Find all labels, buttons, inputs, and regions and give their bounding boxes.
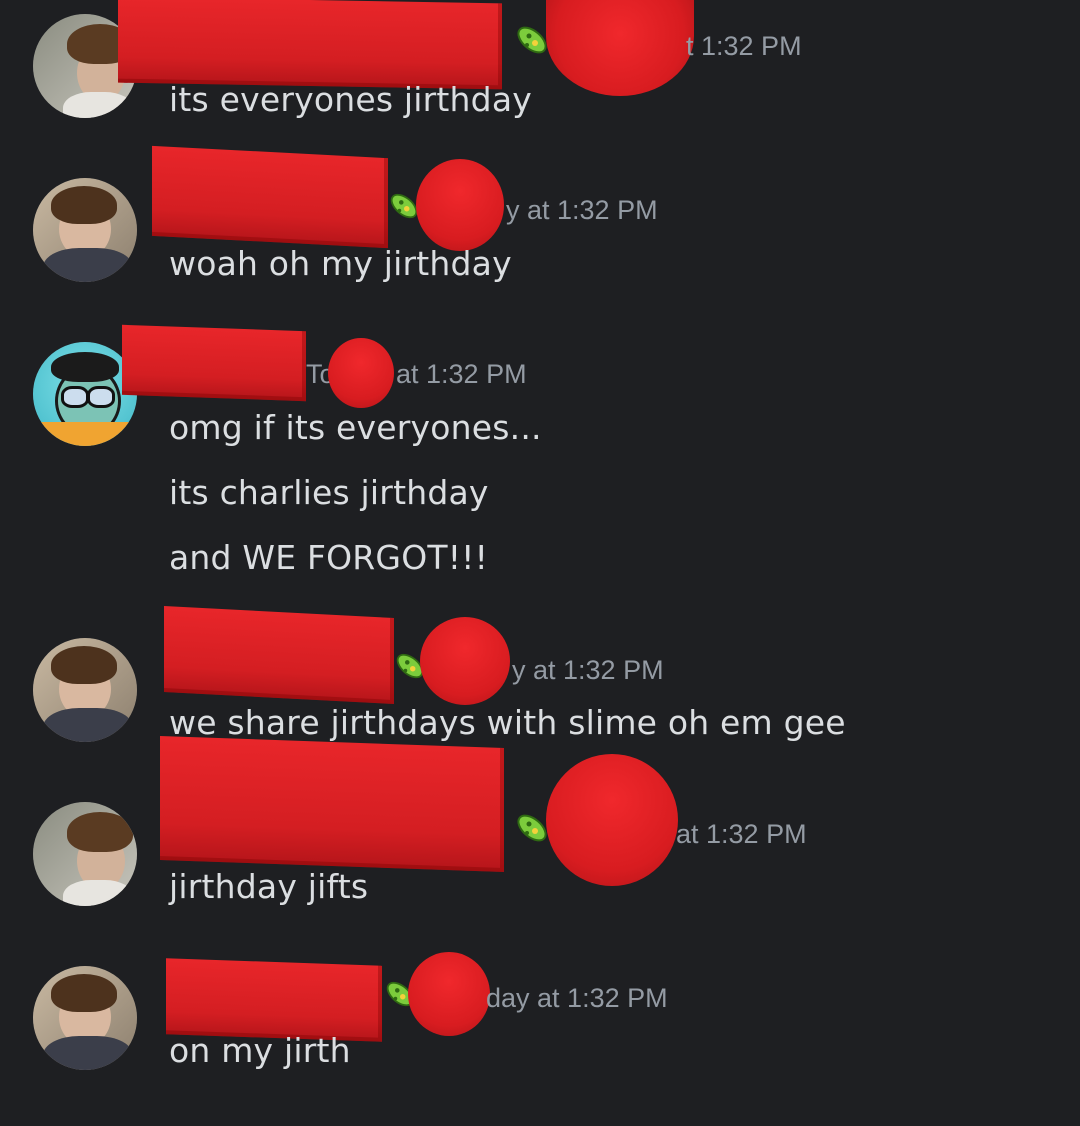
redaction-bar	[118, 0, 502, 90]
avatar[interactable]	[33, 966, 137, 1070]
message-text: its everyones jirthday	[169, 80, 532, 119]
redaction-circle	[546, 754, 678, 886]
message-text: on my jirth	[169, 1031, 351, 1070]
message-text: we share jirthdays with slime oh em gee	[169, 703, 846, 742]
redaction-circle	[416, 159, 504, 251]
avatar[interactable]	[33, 638, 137, 742]
message-text: omg if its everyones...	[169, 408, 542, 447]
avatar[interactable]	[33, 802, 137, 906]
timestamp: at 1:32 PM	[676, 819, 807, 849]
timestamp: y at 1:32 PM	[512, 655, 664, 685]
message-text: and WE FORGOT!!!	[169, 538, 489, 577]
timestamp: t 1:32 PM	[686, 31, 802, 61]
redaction-circle	[546, 0, 694, 96]
message-text: its charlies jirthday	[169, 473, 489, 512]
redaction-bar	[164, 605, 394, 705]
message-text: woah oh my jirthday	[169, 244, 512, 283]
redaction-bar	[160, 735, 504, 873]
redaction-circle	[408, 952, 490, 1036]
timestamp: at 1:32 PM	[396, 359, 527, 389]
redaction-bar	[166, 958, 382, 1042]
avatar[interactable]	[33, 178, 137, 282]
redaction-bar	[122, 324, 306, 402]
timestamp: day at 1:32 PM	[486, 983, 668, 1013]
redaction-circle	[328, 338, 394, 408]
message-text: jirthday jifts	[169, 867, 369, 906]
redaction-bar	[152, 145, 388, 249]
redaction-circle	[420, 617, 510, 705]
timestamp: y at 1:32 PM	[506, 195, 658, 225]
